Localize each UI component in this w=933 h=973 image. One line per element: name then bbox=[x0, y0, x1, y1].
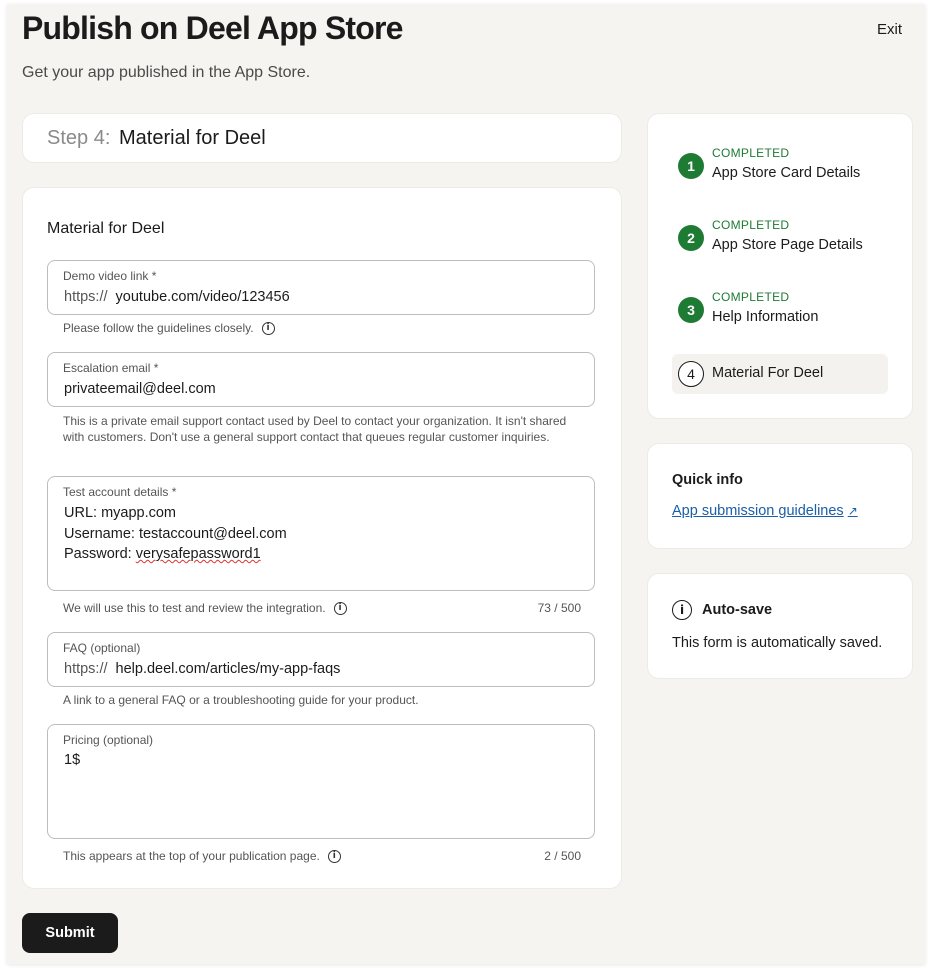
steps-progress: 1 COMPLETED App Store Card Details 2 COM… bbox=[647, 113, 913, 419]
step-title: Help Information bbox=[712, 309, 819, 325]
step-number-badge: 4 bbox=[678, 361, 704, 387]
step-number-badge: 1 bbox=[678, 153, 704, 179]
demo-video-label: Demo video link * bbox=[63, 269, 157, 283]
demo-video-value: youtube.com/video/123456 bbox=[115, 289, 290, 305]
quick-info-title: Quick info bbox=[672, 472, 743, 488]
demo-video-prefix: https:// bbox=[64, 289, 108, 305]
faq-value: help.deel.com/articles/my-app-faqs bbox=[115, 661, 341, 677]
page-title: Publish on Deel App Store bbox=[22, 10, 403, 46]
password-value: verysafepassword1 bbox=[135, 546, 261, 562]
step-number-badge: 3 bbox=[678, 297, 704, 323]
autosave-card: i Auto-save This form is automatically s… bbox=[647, 573, 913, 679]
escalation-email-field[interactable]: Escalation email * privateemail@deel.com bbox=[47, 352, 595, 407]
exit-button[interactable]: Exit bbox=[873, 19, 906, 40]
info-circle-icon: i bbox=[672, 600, 692, 620]
test-account-line-url: URL: myapp.com bbox=[64, 505, 177, 521]
password-prefix: Password: bbox=[64, 546, 136, 562]
test-account-line-password: Password: verysafepassword1 bbox=[64, 544, 287, 565]
current-step-card: Step 4: Material for Deel bbox=[22, 113, 622, 163]
test-account-textarea[interactable]: URL: myapp.com Username: testaccount@deel… bbox=[64, 503, 287, 565]
pricing-helper-text: This appears at the top of your publicat… bbox=[63, 849, 320, 863]
demo-video-helper-text: Please follow the guidelines closely. bbox=[63, 321, 254, 335]
step-number-badge: 2 bbox=[678, 225, 704, 251]
pricing-counter: 2 / 500 bbox=[544, 849, 581, 863]
faq-field[interactable]: FAQ (optional) https:// help.deel.com/art… bbox=[47, 632, 595, 687]
step-title: Material For Deel bbox=[712, 365, 824, 381]
quick-info-card: Quick info App submission guidelines ↗ bbox=[647, 443, 913, 549]
step-status: COMPLETED bbox=[712, 290, 790, 304]
test-account-helper-text: We will use this to test and review the … bbox=[63, 601, 326, 615]
step-status: COMPLETED bbox=[712, 218, 790, 232]
guidelines-link-label: App submission guidelines bbox=[672, 503, 844, 519]
escalation-email-helper: This is a private email support contact … bbox=[63, 414, 567, 444]
step-item-app-store-card[interactable]: 1 COMPLETED App Store Card Details bbox=[672, 146, 888, 186]
test-account-helper: We will use this to test and review the … bbox=[63, 601, 347, 615]
submit-button[interactable]: Submit bbox=[22, 913, 118, 953]
escalation-email-label: Escalation email * bbox=[63, 361, 159, 375]
guidelines-link[interactable]: App submission guidelines ↗ bbox=[672, 503, 858, 519]
autosave-header: i Auto-save bbox=[672, 600, 772, 620]
faq-label: FAQ (optional) bbox=[63, 641, 141, 655]
external-link-icon: ↗ bbox=[847, 504, 858, 518]
step-item-app-store-page[interactable]: 2 COMPLETED App Store Page Details bbox=[672, 218, 888, 258]
info-icon[interactable]: i bbox=[261, 321, 275, 335]
faq-prefix: https:// bbox=[64, 661, 108, 677]
pricing-helper: This appears at the top of your publicat… bbox=[63, 849, 341, 863]
page-subtitle: Get your app published in the App Store. bbox=[22, 64, 311, 81]
demo-video-field[interactable]: Demo video link * https:// youtube.com/vi… bbox=[47, 260, 595, 315]
faq-input[interactable]: https:// help.deel.com/articles/my-app-fa… bbox=[64, 661, 340, 677]
autosave-title: Auto-save bbox=[702, 602, 773, 618]
pricing-label: Pricing (optional) bbox=[63, 733, 154, 747]
test-account-counter: 73 / 500 bbox=[537, 601, 581, 615]
step-item-material-for-deel[interactable]: 4 Material For Deel bbox=[672, 354, 888, 394]
publish-page: Publish on Deel App Store Get your app p… bbox=[7, 4, 925, 964]
escalation-email-input[interactable]: privateemail@deel.com bbox=[64, 381, 216, 397]
info-icon[interactable]: i bbox=[333, 601, 347, 615]
step-title: App Store Card Details bbox=[712, 165, 861, 181]
step-title: App Store Page Details bbox=[712, 237, 863, 253]
pricing-textarea[interactable]: 1$ bbox=[64, 752, 80, 768]
demo-video-input[interactable]: https:// youtube.com/video/123456 bbox=[64, 289, 290, 305]
info-icon[interactable]: i bbox=[327, 849, 341, 863]
step-status: COMPLETED bbox=[712, 146, 790, 160]
step-prefix: Step 4: bbox=[47, 127, 111, 149]
form-section-title: Material for Deel bbox=[47, 220, 165, 237]
demo-video-helper: Please follow the guidelines closely. i bbox=[63, 321, 275, 335]
test-account-line-username: Username: testaccount@deel.com bbox=[64, 525, 287, 542]
test-account-field[interactable]: Test account details * URL: myapp.com Use… bbox=[47, 476, 595, 591]
pricing-field[interactable]: Pricing (optional) 1$ bbox=[47, 724, 595, 839]
material-form: Material for Deel Demo video link * http… bbox=[22, 187, 622, 889]
step-name: Material for Deel bbox=[119, 127, 266, 149]
step-item-help-information[interactable]: 3 COMPLETED Help Information bbox=[672, 290, 888, 330]
autosave-text: This form is automatically saved. bbox=[672, 635, 883, 651]
faq-helper: A link to a general FAQ or a troubleshoo… bbox=[63, 693, 419, 707]
test-account-label: Test account details * bbox=[63, 485, 177, 499]
